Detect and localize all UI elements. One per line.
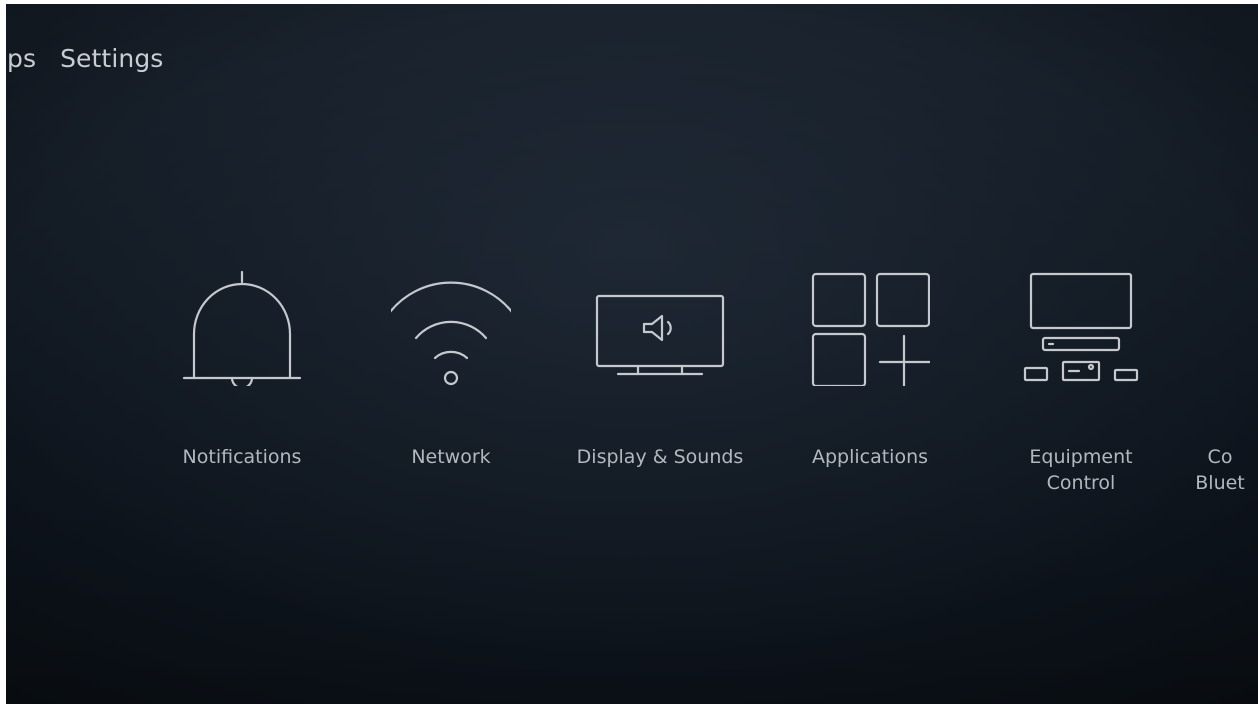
nav-item-apps[interactable]: pps: [6, 44, 36, 73]
tile-label-controllers-bluetooth: Co Bluet: [1180, 444, 1258, 496]
tile-label-equipment-line1: Equipment: [1029, 446, 1133, 468]
bell-icon: [182, 270, 302, 386]
tile-controllers-bluetooth[interactable]: Co Bluet: [1195, 266, 1258, 496]
tile-label-equipment-line2: Control: [1046, 472, 1116, 494]
tile-label-applications: Applications: [811, 446, 929, 468]
tile-label-display-sounds: Display & Sounds: [576, 446, 744, 468]
top-navigation: pps Settings: [6, 44, 183, 84]
tile-label-controllers-line1: Co: [1207, 446, 1233, 468]
tile-network[interactable]: Network: [361, 266, 541, 470]
tile-applications[interactable]: Applications: [780, 266, 960, 470]
tile-label-equipment-control: Equipment Control: [991, 444, 1171, 496]
tile-label-controllers-line2: Bluet: [1195, 472, 1245, 494]
tile-display-sounds[interactable]: Display & Sounds: [570, 266, 750, 470]
controllers-bluetooth-icon: [1202, 266, 1258, 386]
nav-item-settings[interactable]: Settings: [60, 44, 163, 73]
tile-equipment-control[interactable]: Equipment Control: [991, 266, 1171, 496]
apps-grid-icon: [811, 272, 930, 386]
tile-notifications[interactable]: Notifications: [152, 266, 332, 470]
tile-label-notifications: Notifications: [182, 446, 302, 468]
settings-screen: pps Settings Notifications Network: [6, 4, 1258, 704]
tile-label-network: Network: [411, 446, 491, 468]
tv-speaker-icon: [595, 294, 725, 376]
equipment-icon: [1023, 272, 1139, 382]
wifi-icon: [391, 281, 511, 386]
